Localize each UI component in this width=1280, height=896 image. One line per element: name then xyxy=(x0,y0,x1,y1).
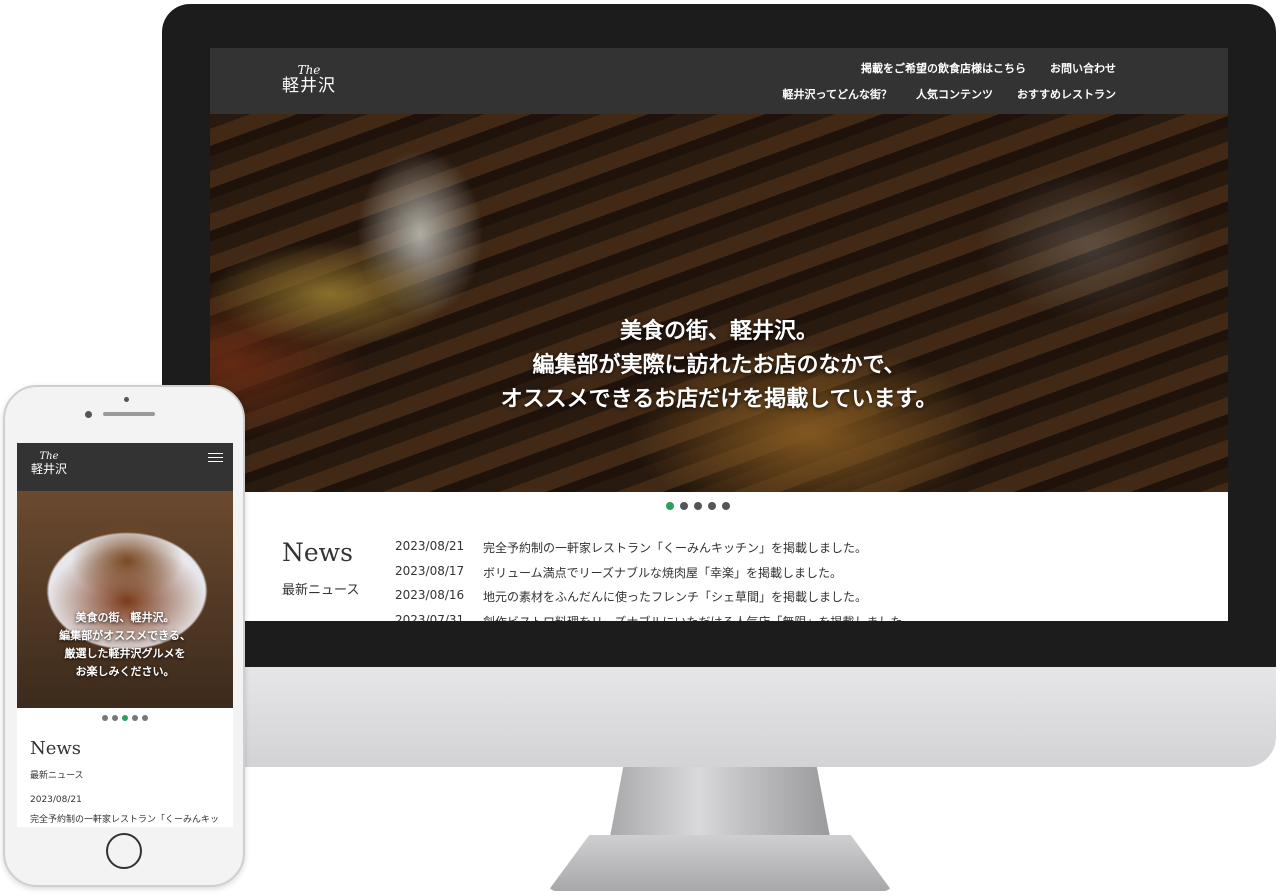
mobile-hero-line-3: 厳選した軽井沢グルメを xyxy=(64,647,186,660)
mobile-news-heading: News xyxy=(30,738,82,759)
phone-home-button[interactable] xyxy=(106,833,142,869)
hero-text-line-1: 美食の街、軽井沢。 xyxy=(619,318,818,344)
mobile-hero-line-2: 編集部がオススメできる、 xyxy=(59,629,191,642)
slider-dot[interactable] xyxy=(142,715,148,721)
header-nav-main: 軽井沢ってどんな街？ 人気コンテンツ おすすめレストラン xyxy=(783,86,1116,102)
imac-chin xyxy=(162,667,1276,767)
news-text[interactable]: 地元の素材をふんだんに使ったフレンチ「シェ草間」を掲載しました。 xyxy=(483,588,867,605)
news-subheading: 最新ニュース xyxy=(282,583,360,598)
news-date: 2023/08/21 xyxy=(395,539,465,553)
logo-the: The xyxy=(297,63,321,77)
desktop-header: The 軽井沢 掲載をご希望の飲食店様はこちら お問い合わせ 軽井沢ってどんな街… xyxy=(210,48,1228,114)
mobile-news-text[interactable]: 完全予約制の一軒家レストラン「くーみんキッ xyxy=(30,812,219,825)
mobile-hero-line-1: 美食の街、軽井沢。 xyxy=(75,611,175,624)
slider-pagination xyxy=(666,502,730,510)
nav-link-contact[interactable]: お問い合わせ xyxy=(1050,60,1116,76)
slider-dot[interactable] xyxy=(122,715,128,721)
mobile-slider-pagination xyxy=(102,715,148,721)
news-date: 2023/08/16 xyxy=(395,588,465,602)
mobile-site-logo[interactable]: The 軽井沢 xyxy=(27,451,71,476)
news-heading: News xyxy=(282,538,353,567)
hero-slider[interactable]: 美食の街、軽井沢。 編集部が実際に訪れたお店のなかで、 オススメできるお店だけを… xyxy=(210,114,1228,492)
nav-link-about-town[interactable]: 軽井沢ってどんな街？ xyxy=(783,86,892,102)
mobile-hero-line-4: お楽しみください。 xyxy=(75,665,175,678)
slider-dot[interactable] xyxy=(102,715,108,721)
news-text[interactable]: ボリューム満点でリーズナブルな焼肉屋「幸楽」を掲載しました。 xyxy=(483,564,842,581)
mobile-news-subheading: 最新ニュース xyxy=(30,771,84,781)
slider-dot[interactable] xyxy=(722,502,730,510)
logo-name: 軽井沢 xyxy=(30,462,67,476)
hero-text-line-2: 編集部が実際に訪れたお店のなかで、 xyxy=(532,352,906,378)
nav-link-recommended-restaurants[interactable]: おすすめレストラン xyxy=(1017,86,1116,102)
phone-speaker xyxy=(103,412,155,416)
nav-link-popular-content[interactable]: 人気コンテンツ xyxy=(916,86,993,102)
hamburger-icon[interactable] xyxy=(208,453,223,465)
site-logo[interactable]: The 軽井沢 xyxy=(276,64,342,95)
news-date: 2023/08/17 xyxy=(395,563,465,578)
imac-stand-neck xyxy=(610,767,830,837)
hero-text-line-3: オススメできるお店だけを掲載しています。 xyxy=(500,386,938,412)
mobile-screen: The 軽井沢 美食の街、軽井沢。 編集部がオススメできる、 厳選した軽井沢グル… xyxy=(17,443,233,827)
mobile-news-date: 2023/08/21 xyxy=(30,795,82,805)
phone-camera xyxy=(85,411,92,418)
logo-the: The xyxy=(39,451,59,462)
hero-image-overlay xyxy=(210,114,1228,492)
news-text[interactable]: 完全予約制の一軒家レストラン「くーみんキッチン」を掲載しました。 xyxy=(483,539,867,556)
slider-dot[interactable] xyxy=(666,502,674,510)
slider-dot[interactable] xyxy=(708,502,716,510)
news-text[interactable]: 創作ビストロ料理をリーズナブルにいただける人気店「無限」を掲載しました。 xyxy=(483,613,914,622)
slider-dot[interactable] xyxy=(132,715,138,721)
news-date: 2023/07/31 xyxy=(395,612,465,622)
mobile-header: The 軽井沢 xyxy=(17,443,233,491)
slider-dot[interactable] xyxy=(112,715,118,721)
imac-stand-foot xyxy=(548,835,892,891)
logo-name: 軽井沢 xyxy=(282,76,336,96)
desktop-screen: The 軽井沢 掲載をご希望の飲食店様はこちら お問い合わせ 軽井沢ってどんな街… xyxy=(210,48,1228,621)
nav-link-listing-request[interactable]: 掲載をご希望の飲食店様はこちら xyxy=(861,60,1026,76)
slider-dot[interactable] xyxy=(694,502,702,510)
mobile-hero-slider[interactable]: 美食の街、軽井沢。 編集部がオススメできる、 厳選した軽井沢グルメを お楽しみく… xyxy=(17,491,233,708)
phone-sensor xyxy=(124,397,129,402)
header-nav-top: 掲載をご希望の飲食店様はこちら お問い合わせ xyxy=(861,60,1116,76)
slider-dot[interactable] xyxy=(680,502,688,510)
